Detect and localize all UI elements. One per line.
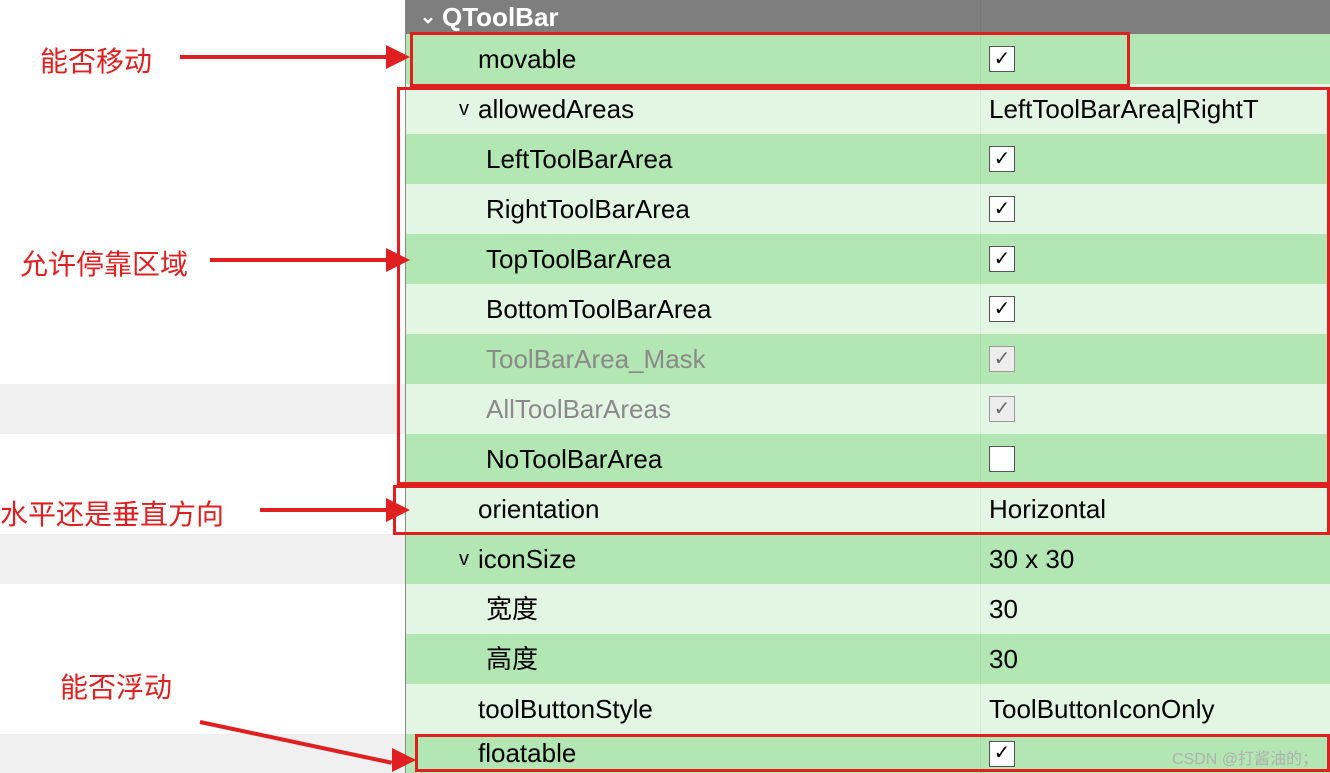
checkbox-floatable[interactable]: ✓ bbox=[989, 741, 1015, 767]
property-value[interactable]: 30 bbox=[981, 584, 1330, 634]
annotation-orientation: 水平还是垂直方向 bbox=[0, 493, 224, 533]
property-name: iconSize bbox=[478, 534, 576, 584]
chevron-down-icon[interactable]: v bbox=[450, 534, 478, 584]
checkbox-movable[interactable]: ✓ bbox=[989, 46, 1015, 72]
property-row-bottom-area[interactable]: BottomToolBarArea ✓ bbox=[406, 284, 1330, 334]
property-name: RightToolBarArea bbox=[486, 184, 690, 234]
checkbox-left-area[interactable]: ✓ bbox=[989, 146, 1015, 172]
property-name: movable bbox=[478, 34, 576, 84]
checkbox-top-area[interactable]: ✓ bbox=[989, 246, 1015, 272]
checkbox-mask: ✓ bbox=[989, 346, 1015, 372]
property-name: NoToolBarArea bbox=[486, 434, 662, 484]
property-row-no-area[interactable]: NoToolBarArea bbox=[406, 434, 1330, 484]
property-name: orientation bbox=[478, 484, 599, 534]
property-panel: ⌄ QToolBar movable ✓ v allowedAreas Left… bbox=[405, 0, 1330, 773]
property-name: AllToolBarAreas bbox=[486, 384, 671, 434]
property-value[interactable]: Horizontal bbox=[981, 484, 1330, 534]
property-name: LeftToolBarArea bbox=[486, 134, 672, 184]
property-name: allowedAreas bbox=[478, 84, 634, 134]
watermark: CSDN @打酱油的； bbox=[1172, 745, 1318, 769]
property-row-mask: ToolBarArea_Mask ✓ bbox=[406, 334, 1330, 384]
checkbox-all-areas: ✓ bbox=[989, 396, 1015, 422]
property-row-width[interactable]: 宽度 30 bbox=[406, 584, 1330, 634]
property-value[interactable]: LeftToolBarArea|RightT bbox=[981, 84, 1330, 134]
property-value[interactable]: 30 x 30 bbox=[981, 534, 1330, 584]
property-name: 高度 bbox=[486, 634, 538, 684]
annotation-movable: 能否移动 bbox=[40, 40, 152, 80]
property-name: TopToolBarArea bbox=[486, 234, 671, 284]
annotation-floatable: 能否浮动 bbox=[60, 666, 172, 706]
chevron-down-icon[interactable]: v bbox=[450, 84, 478, 134]
property-row-allowed-areas[interactable]: v allowedAreas LeftToolBarArea|RightT bbox=[406, 84, 1330, 134]
property-row-right-area[interactable]: RightToolBarArea ✓ bbox=[406, 184, 1330, 234]
property-row-tool-button-style[interactable]: toolButtonStyle ToolButtonIconOnly bbox=[406, 684, 1330, 734]
property-row-icon-size[interactable]: v iconSize 30 x 30 bbox=[406, 534, 1330, 584]
property-name: ToolBarArea_Mask bbox=[486, 334, 706, 384]
property-row-top-area[interactable]: TopToolBarArea ✓ bbox=[406, 234, 1330, 284]
annotation-layer: 能否移动 允许停靠区域 水平还是垂直方向 能否浮动 bbox=[0, 0, 405, 773]
property-name: BottomToolBarArea bbox=[486, 284, 711, 334]
annotation-allowed-areas: 允许停靠区域 bbox=[20, 243, 188, 283]
checkbox-no-area[interactable] bbox=[989, 446, 1015, 472]
property-value[interactable]: ToolButtonIconOnly bbox=[981, 684, 1330, 734]
property-row-left-area[interactable]: LeftToolBarArea ✓ bbox=[406, 134, 1330, 184]
checkbox-bottom-area[interactable]: ✓ bbox=[989, 296, 1015, 322]
property-row-orientation[interactable]: orientation Horizontal bbox=[406, 484, 1330, 534]
property-name: floatable bbox=[478, 734, 576, 773]
chevron-down-icon[interactable]: ⌄ bbox=[414, 0, 442, 34]
property-row-height[interactable]: 高度 30 bbox=[406, 634, 1330, 684]
property-name: 宽度 bbox=[486, 584, 538, 634]
property-row-all-areas: AllToolBarAreas ✓ bbox=[406, 384, 1330, 434]
property-value[interactable]: 30 bbox=[981, 634, 1330, 684]
section-header[interactable]: ⌄ QToolBar bbox=[406, 0, 1330, 34]
property-name: toolButtonStyle bbox=[478, 684, 653, 734]
checkbox-right-area[interactable]: ✓ bbox=[989, 196, 1015, 222]
property-row-movable[interactable]: movable ✓ bbox=[406, 34, 1330, 84]
section-title: QToolBar bbox=[442, 0, 559, 34]
